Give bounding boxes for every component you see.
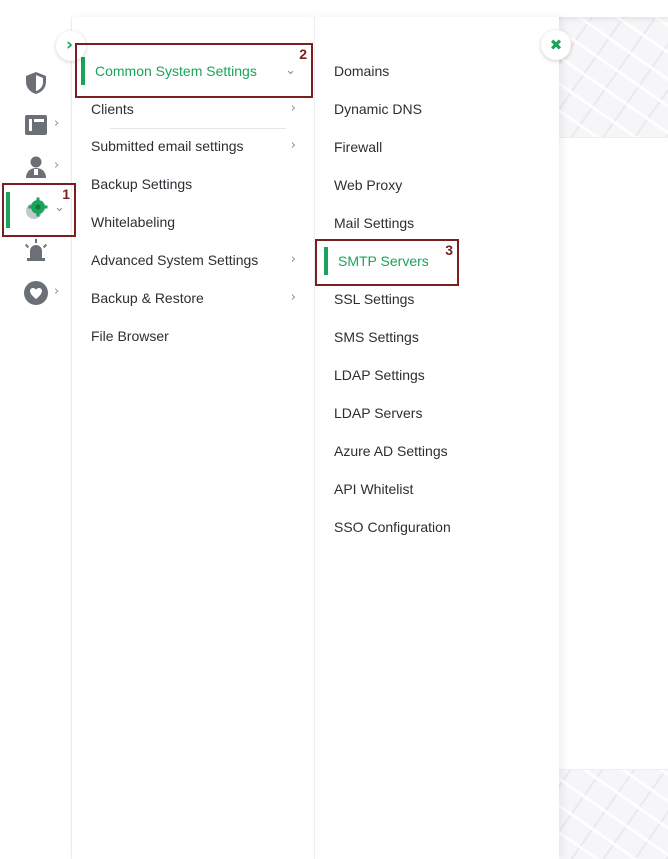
common-settings-submenu-panel: Domains Dynamic DNS Firewall Web Proxy M… bbox=[315, 17, 559, 859]
submenu-item-label: Mail Settings bbox=[334, 215, 415, 231]
submenu-item-dynamic-dns[interactable]: Dynamic DNS bbox=[315, 90, 559, 128]
submenu-item-label: SMS Settings bbox=[334, 329, 419, 345]
submenu-item-label: LDAP Settings bbox=[334, 367, 425, 383]
rail-item-dashboard[interactable]: › bbox=[0, 104, 72, 144]
icon-rail: › › ⌄ › bbox=[0, 17, 72, 859]
submenu-item-sms-settings[interactable]: SMS Settings bbox=[315, 318, 559, 356]
menu-item-whitelabeling[interactable]: Whitelabeling bbox=[72, 203, 314, 241]
chevron-right-icon: › bbox=[54, 284, 60, 299]
menu-item-advanced-system-settings[interactable]: Advanced System Settings › bbox=[72, 241, 314, 279]
menu-item-label: Backup Settings bbox=[91, 176, 193, 192]
close-menu-button[interactable]: ✖ bbox=[541, 30, 571, 60]
rail-item-users[interactable]: › bbox=[0, 146, 72, 186]
menu-item-label: Backup & Restore bbox=[91, 290, 204, 306]
annotation-box-3: 3 bbox=[315, 239, 459, 286]
submenu-item-sso-configuration[interactable]: SSO Configuration bbox=[315, 508, 559, 546]
chevron-right-icon: › bbox=[54, 116, 60, 131]
alarm-icon bbox=[24, 239, 48, 261]
submenu-item-mail-settings[interactable]: Mail Settings bbox=[315, 204, 559, 242]
submenu-item-ldap-settings[interactable]: LDAP Settings bbox=[315, 356, 559, 394]
annotation-number: 2 bbox=[299, 46, 307, 62]
rail-item-favorites[interactable]: › bbox=[0, 272, 72, 312]
settings-menu-panel: Common System Settings ⌄ Clients › Submi… bbox=[72, 17, 315, 859]
submenu-item-label: Firewall bbox=[334, 139, 383, 155]
submenu-item-label: SSO Configuration bbox=[334, 519, 451, 535]
shield-icon bbox=[26, 72, 46, 94]
annotation-box-2: 2 bbox=[75, 43, 313, 98]
menu-item-label: Submitted email settings bbox=[91, 138, 244, 154]
annotation-box-1: 1 bbox=[2, 183, 76, 237]
content-area bbox=[556, 137, 668, 770]
menu-item-submitted-email-settings[interactable]: Submitted email settings › bbox=[72, 127, 314, 165]
submenu-item-domains[interactable]: Domains bbox=[315, 52, 559, 90]
dashboard-icon bbox=[25, 115, 47, 135]
submenu-item-label: LDAP Servers bbox=[334, 405, 423, 421]
submenu-item-web-proxy[interactable]: Web Proxy bbox=[315, 166, 559, 204]
submenu-item-label: API Whitelist bbox=[334, 481, 414, 497]
chevron-right-icon: › bbox=[54, 158, 60, 173]
submenu-item-label: Dynamic DNS bbox=[334, 101, 422, 117]
submenu-item-api-whitelist[interactable]: API Whitelist bbox=[315, 470, 559, 508]
submenu-item-label: Azure AD Settings bbox=[334, 443, 448, 459]
menu-item-backup-settings[interactable]: Backup Settings bbox=[72, 165, 314, 203]
menu-item-file-browser[interactable]: File Browser bbox=[72, 317, 314, 355]
menu-item-label: Whitelabeling bbox=[91, 214, 176, 230]
submenu-item-ldap-servers[interactable]: LDAP Servers bbox=[315, 394, 559, 432]
top-bar bbox=[0, 0, 668, 17]
annotation-number: 3 bbox=[445, 242, 453, 258]
submenu-item-label: Web Proxy bbox=[334, 177, 403, 193]
background-pattern-bottom bbox=[556, 770, 668, 859]
submenu-item-label: Domains bbox=[334, 63, 390, 79]
menu-item-label: Advanced System Settings bbox=[91, 252, 259, 268]
background-pattern-top bbox=[556, 17, 668, 137]
menu-item-backup-restore[interactable]: Backup & Restore › bbox=[72, 279, 314, 317]
heart-icon bbox=[24, 281, 48, 305]
submenu-item-azure-ad-settings[interactable]: Azure AD Settings bbox=[315, 432, 559, 470]
annotation-number: 1 bbox=[62, 186, 70, 202]
submenu-item-firewall[interactable]: Firewall bbox=[315, 128, 559, 166]
rail-item-security[interactable] bbox=[0, 62, 72, 102]
chevron-right-icon: › bbox=[290, 138, 296, 153]
chevron-right-icon: › bbox=[290, 252, 296, 267]
users-icon bbox=[26, 156, 46, 178]
chevron-right-icon: › bbox=[290, 290, 296, 305]
menu-item-label: File Browser bbox=[91, 328, 169, 344]
